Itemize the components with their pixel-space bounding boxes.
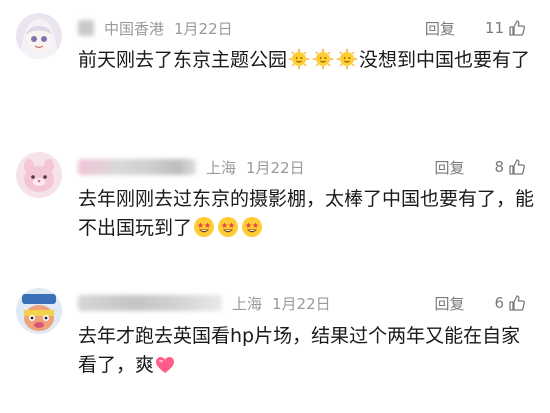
comment-text-part: 前天刚去了东京主题公园 bbox=[78, 49, 288, 71]
thumbs-up-icon[interactable] bbox=[508, 294, 526, 312]
sun-face-icon bbox=[288, 48, 311, 79]
comment-date: 1月22日 bbox=[272, 294, 331, 313]
username-blurred[interactable] bbox=[78, 159, 196, 175]
star-struck-face-icon bbox=[241, 216, 263, 247]
thumbs-up-icon[interactable] bbox=[508, 19, 526, 37]
comment-meta: 上海 1月22日 bbox=[78, 155, 305, 179]
comment-date: 1月22日 bbox=[174, 19, 233, 38]
avatar[interactable] bbox=[16, 152, 62, 198]
username-blurred[interactable] bbox=[78, 295, 222, 311]
comment-text: 去年刚刚去过东京的摄影棚，太棒了中国也要有了，能不出国玩到了 bbox=[78, 185, 538, 247]
like-count: 8 bbox=[494, 158, 504, 176]
username-blurred[interactable] bbox=[78, 20, 94, 36]
avatar[interactable] bbox=[16, 288, 62, 334]
sun-face-icon bbox=[312, 48, 335, 79]
sun-face-icon bbox=[336, 48, 359, 79]
pink-heart-icon bbox=[155, 355, 175, 384]
comment-meta: 中国香港 1月22日 bbox=[78, 16, 233, 40]
comment-text: 去年才跑去英国看hp片场，结果过个两年又能在自家看了，爽 bbox=[78, 322, 538, 384]
comment-actions: 回复 11 bbox=[425, 16, 526, 40]
ip-region: 上海 bbox=[232, 294, 263, 313]
comment-feed: 中国香港 1月22日 回复 11 前天刚去了东京主题公园 没想到中国也要有了 上… bbox=[0, 0, 550, 413]
reply-button[interactable]: 回复 bbox=[434, 157, 464, 178]
like-count: 11 bbox=[484, 19, 504, 37]
comment-meta: 上海 1月22日 bbox=[78, 291, 331, 315]
avatar[interactable] bbox=[16, 13, 62, 59]
comment-actions: 回复 6 bbox=[434, 291, 526, 315]
ip-region: 上海 bbox=[206, 158, 237, 177]
reply-button[interactable]: 回复 bbox=[425, 18, 455, 39]
comment-text-part: 没想到中国也要有了 bbox=[359, 49, 531, 71]
comment-date: 1月22日 bbox=[246, 158, 305, 177]
like-count: 6 bbox=[494, 294, 504, 312]
reply-button[interactable]: 回复 bbox=[434, 293, 464, 314]
comment-text-part: 去年刚刚去过东京的摄影棚，太棒了中国也要有了，能不出国玩到了 bbox=[78, 188, 535, 239]
comment-text: 前天刚去了东京主题公园 没想到中国也要有了 bbox=[78, 46, 538, 79]
comment-actions: 回复 8 bbox=[434, 155, 526, 179]
star-struck-face-icon bbox=[193, 216, 215, 247]
star-struck-face-icon bbox=[217, 216, 239, 247]
comment-text-part: 去年才跑去英国看hp片场，结果过个两年又能在自家看了，爽 bbox=[78, 325, 521, 376]
thumbs-up-icon[interactable] bbox=[508, 158, 526, 176]
ip-region: 中国香港 bbox=[104, 19, 165, 38]
